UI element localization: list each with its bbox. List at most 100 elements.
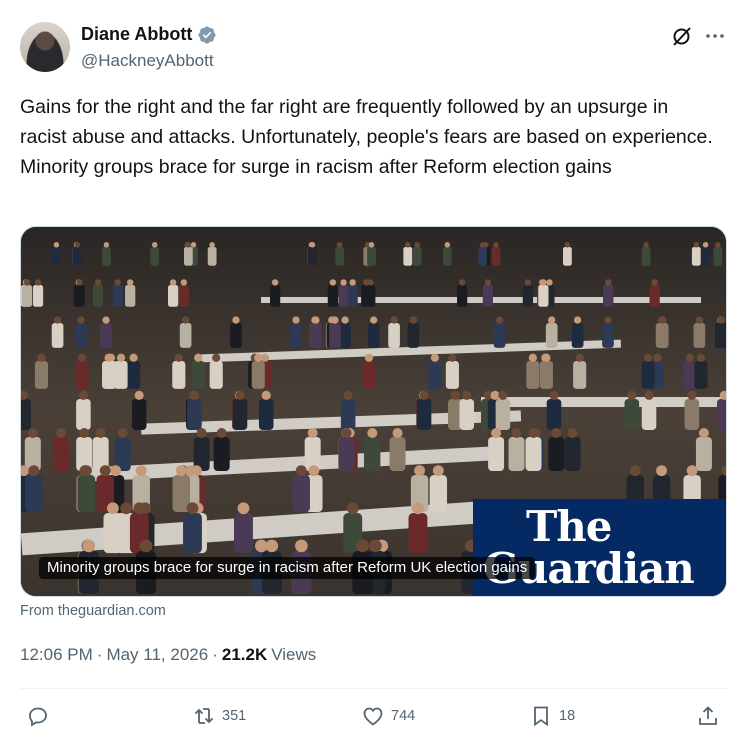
- person-head: [363, 279, 370, 286]
- person-head: [185, 242, 192, 248]
- tweet-date[interactable]: May 11, 2026: [106, 645, 208, 665]
- person-body: [125, 285, 136, 307]
- person-body: [338, 437, 355, 471]
- verified-badge-icon[interactable]: [197, 25, 217, 45]
- person-head: [216, 428, 227, 438]
- person-head: [392, 428, 403, 438]
- person-head: [369, 539, 382, 553]
- person-body: [442, 247, 452, 266]
- person-head: [76, 279, 83, 286]
- person-body: [539, 361, 553, 389]
- person-body: [127, 361, 141, 389]
- reply-icon: [29, 707, 47, 727]
- person-body: [603, 285, 614, 307]
- person-head: [715, 242, 721, 248]
- like-count: 744: [391, 708, 416, 724]
- person-head: [232, 316, 240, 324]
- person-body: [649, 285, 660, 307]
- person-head: [717, 316, 725, 324]
- person-body: [75, 361, 89, 389]
- person-head: [414, 242, 420, 248]
- person-head: [549, 390, 559, 400]
- person-head: [524, 279, 532, 286]
- person-body: [191, 361, 205, 389]
- author-handle[interactable]: @HackneyAbbott: [81, 51, 214, 71]
- person-head: [235, 390, 245, 400]
- person-body: [457, 285, 468, 307]
- person-head: [53, 242, 60, 248]
- like-button[interactable]: 744: [361, 704, 415, 728]
- person-head: [27, 428, 38, 438]
- person-head: [343, 390, 353, 400]
- person-body: [389, 437, 406, 471]
- person-body: [53, 437, 70, 471]
- person-head: [491, 428, 502, 438]
- person-head: [495, 316, 504, 324]
- guardian-logo: The Guardian: [473, 499, 726, 596]
- more-icon[interactable]: [703, 24, 727, 48]
- person-body: [290, 323, 302, 348]
- person-body: [51, 323, 64, 348]
- share-button[interactable]: [696, 704, 720, 728]
- person-body: [232, 399, 248, 430]
- link-card[interactable]: The Guardian Minority groups brace for s…: [20, 226, 727, 597]
- person-body: [347, 285, 358, 307]
- person-body: [412, 247, 422, 266]
- person-body: [310, 323, 322, 348]
- person-body: [367, 247, 376, 266]
- author-name[interactable]: Diane Abbott: [81, 24, 192, 45]
- person-body: [564, 437, 581, 471]
- person-body: [408, 513, 428, 554]
- person-body: [573, 361, 587, 389]
- person-head: [412, 502, 424, 515]
- person-head: [194, 353, 203, 362]
- person-body: [32, 285, 44, 307]
- person-body: [77, 475, 96, 513]
- person-head: [94, 279, 102, 286]
- person-head: [370, 316, 378, 324]
- person-head: [540, 279, 547, 286]
- card-source[interactable]: From theguardian.com: [20, 603, 166, 619]
- person-body: [25, 475, 43, 513]
- person-body: [258, 399, 274, 430]
- tweet-time[interactable]: 12:06 PM: [20, 645, 93, 665]
- person-body: [269, 285, 281, 307]
- person-head: [103, 242, 110, 248]
- person-body: [183, 513, 202, 554]
- avatar[interactable]: [20, 22, 70, 72]
- person-head: [261, 390, 271, 400]
- bookmark-button[interactable]: 18: [529, 704, 575, 728]
- person-body: [339, 323, 351, 348]
- reply-button[interactable]: [26, 704, 50, 728]
- person-head: [185, 465, 197, 477]
- person-body: [508, 437, 525, 471]
- person-head: [114, 279, 121, 286]
- person-head: [307, 428, 318, 438]
- person-head: [102, 316, 110, 324]
- grok-icon[interactable]: [670, 24, 694, 48]
- person-body: [495, 399, 511, 430]
- person-head: [23, 279, 31, 286]
- person-head: [414, 465, 426, 477]
- person-head: [430, 353, 439, 362]
- person-head: [104, 353, 113, 362]
- person-head: [693, 242, 700, 248]
- person-head: [129, 353, 138, 362]
- person-head: [107, 502, 119, 515]
- person-head: [450, 390, 460, 400]
- person-head: [484, 279, 492, 286]
- person-head: [126, 279, 134, 286]
- views-label: Views: [271, 645, 317, 664]
- person-head: [151, 242, 158, 248]
- person-body: [459, 399, 475, 430]
- person-head: [329, 279, 337, 286]
- person-head: [254, 353, 263, 362]
- person-head: [656, 465, 667, 477]
- person-head: [99, 465, 111, 477]
- person-body: [713, 247, 723, 266]
- person-head: [81, 465, 92, 477]
- retweet-button[interactable]: 351: [192, 704, 246, 728]
- person-head: [196, 428, 207, 438]
- person-body: [75, 323, 87, 348]
- person-head: [346, 502, 359, 515]
